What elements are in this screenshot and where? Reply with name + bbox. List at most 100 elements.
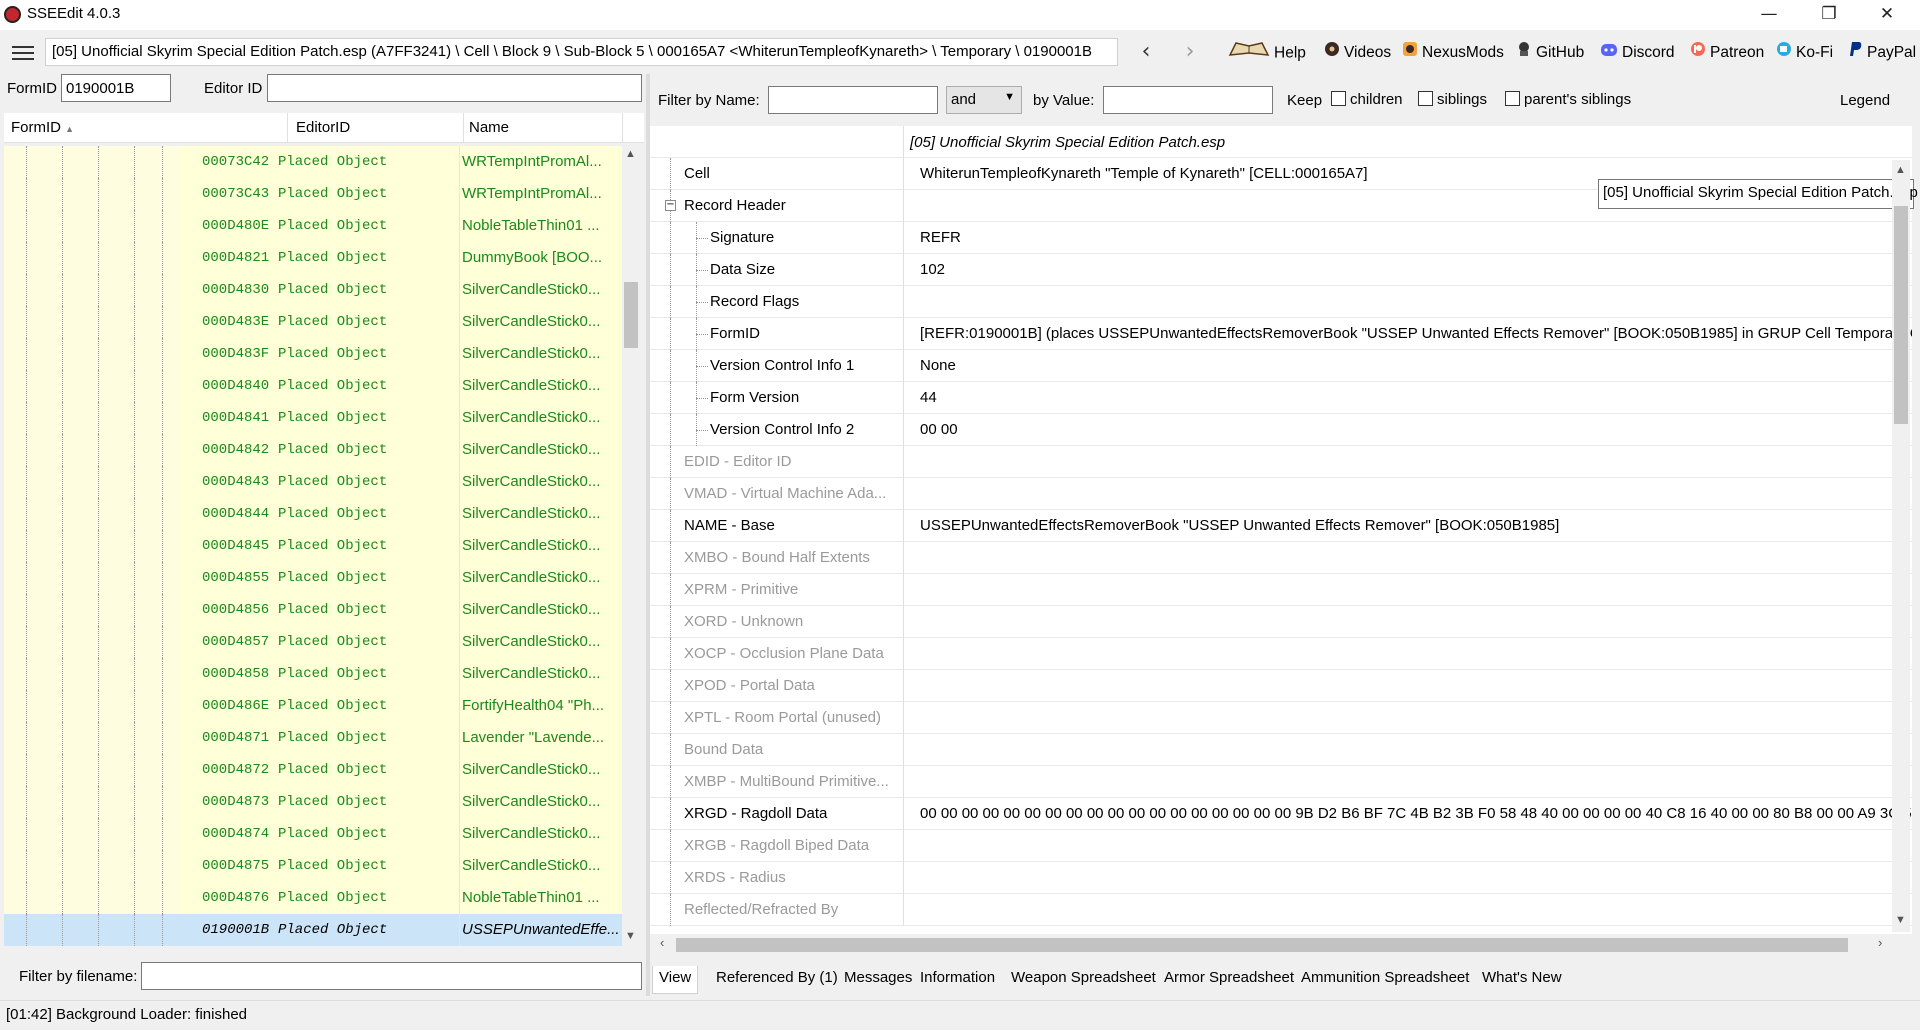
table-row[interactable]: 000D4875 Placed Object SilverCandleStick0.… [4,850,626,882]
record-field-row[interactable]: FormID [REFR:0190001B] (places USSEPUnwan… [650,318,1912,350]
table-row[interactable]: 000D480E Placed Object NobleTableThin01 ..… [4,210,626,242]
table-row[interactable]: 000D4871 Placed Object Lavender "Lavende..… [4,722,626,754]
record-field-row[interactable]: XORD - Unknown [650,606,1912,638]
record-list[interactable]: 00073C42 Placed Object WRTempIntPromAl... 0… [4,146,626,946]
filter-operator-select[interactable]: and ▼ [946,86,1022,114]
field-value[interactable]: None [920,357,956,374]
back-button[interactable]: ‹ [1131,38,1161,68]
record-field-row[interactable]: Reflected/Refracted By [650,894,1912,926]
record-field-row[interactable]: Record Flags [650,286,1912,318]
keep-parents-siblings-checkbox[interactable]: parent's siblings [1505,91,1631,108]
column-formid[interactable]: FormID ▲ [11,119,74,136]
record-path-field[interactable]: [05] Unofficial Skyrim Special Edition P… [45,38,1118,66]
record-list-scrollbar[interactable]: ▲ ▼ [622,146,640,946]
tab-referenced-by-1[interactable]: Referenced By (1) [710,966,844,994]
scroll-right-icon[interactable]: › [1878,935,1882,950]
field-value[interactable]: 00 00 00 00 00 00 00 00 00 00 00 00 00 0… [920,805,1912,822]
table-row[interactable]: 000D4845 Placed Object SilverCandleStick0.… [4,530,626,562]
table-row[interactable]: 00073C42 Placed Object WRTempIntPromAl... [4,146,626,178]
scroll-down-icon[interactable]: ▼ [1895,914,1906,926]
table-row[interactable]: 000D486E Placed Object FortifyHealth04 "Ph… [4,690,626,722]
record-field-row[interactable]: NAME - Base USSEPUnwantedEffectsRemoverBo… [650,510,1912,542]
legend-button[interactable]: Legend [1840,92,1890,109]
tab-what-s-new[interactable]: What's New [1476,966,1568,994]
table-row[interactable]: 000D4857 Placed Object SilverCandleStick0.… [4,626,626,658]
table-row[interactable]: 000D483F Placed Object SilverCandleStick0.… [4,338,626,370]
column-name[interactable]: Name [469,119,509,136]
record-field-row[interactable]: Signature REFR [650,222,1912,254]
record-field-row[interactable]: Bound Data [650,734,1912,766]
table-row[interactable]: 000D483E Placed Object SilverCandleStick0.… [4,306,626,338]
table-row[interactable]: 000D4840 Placed Object SilverCandleStick0.… [4,370,626,402]
tab-armor-spreadsheet[interactable]: Armor Spreadsheet [1158,966,1300,994]
scroll-up-icon[interactable]: ▲ [1895,164,1906,176]
forward-button[interactable]: › [1175,38,1205,68]
filter-by-name-input[interactable] [768,86,938,114]
record-view-hscroll-thumb[interactable] [676,938,1848,952]
record-field-row[interactable]: XRDS - Radius [650,862,1912,894]
menu-icon[interactable] [12,46,34,60]
github-link[interactable]: GitHub [1516,40,1584,66]
record-field-row[interactable]: XOCP - Occlusion Plane Data [650,638,1912,670]
record-field-row[interactable]: XMBP - MultiBound Primitive... [650,766,1912,798]
table-row[interactable]: 000D4872 Placed Object SilverCandleStick0.… [4,754,626,786]
table-row[interactable]: 000D4873 Placed Object SilverCandleStick0.… [4,786,626,818]
table-row[interactable]: 000D4858 Placed Object SilverCandleStick0.… [4,658,626,690]
videos-link[interactable]: Videos [1324,40,1391,66]
record-field-row[interactable]: Data Size 102 [650,254,1912,286]
keep-children-checkbox[interactable]: children [1331,91,1403,108]
table-row[interactable]: 00073C43 Placed Object WRTempIntPromAl... [4,178,626,210]
table-row[interactable]: 000D4842 Placed Object SilverCandleStick0.… [4,434,626,466]
table-row[interactable]: 000D4844 Placed Object SilverCandleStick0.… [4,498,626,530]
collapse-icon[interactable]: − [665,200,676,211]
editorid-input[interactable] [267,74,642,102]
field-value[interactable]: REFR [920,229,961,246]
field-value[interactable]: 44 [920,389,937,406]
record-field-row[interactable]: XRGB - Ragdoll Biped Data [650,830,1912,862]
column-editorid[interactable]: EditorID [296,119,350,136]
record-field-row[interactable]: VMAD - Virtual Machine Ada... [650,478,1912,510]
field-value[interactable]: 00 00 [920,421,958,438]
record-field-row[interactable]: Version Control Info 2 00 00 [650,414,1912,446]
table-row[interactable]: 000D4821 Placed Object DummyBook [BOO... [4,242,626,274]
tab-messages[interactable]: Messages [838,966,918,994]
record-field-row[interactable]: XPTL - Room Portal (unused) [650,702,1912,734]
field-value[interactable]: [REFR:0190001B] (places USSEPUnwantedEff… [920,325,1912,342]
table-row[interactable]: 000D4855 Placed Object SilverCandleStick0.… [4,562,626,594]
filename-filter-input[interactable] [141,962,642,990]
record-field-row[interactable]: Version Control Info 1 None [650,350,1912,382]
record-field-row[interactable]: EDID - Editor ID [650,446,1912,478]
patreon-link[interactable]: Patreon [1690,40,1764,66]
record-list-scroll-thumb[interactable] [624,282,638,348]
record-field-row[interactable]: XRGD - Ragdoll Data 00 00 00 00 00 00 00 … [650,798,1912,830]
table-row[interactable]: 000D4843 Placed Object SilverCandleStick0.… [4,466,626,498]
scroll-up-icon[interactable]: ▲ [625,148,636,160]
tab-view[interactable]: View [652,966,699,994]
record-view-vscroll-thumb[interactable] [1894,206,1908,424]
discord-link[interactable]: Discord [1600,40,1675,66]
maximize-button[interactable]: ❐ [1800,0,1858,30]
record-field-row[interactable]: XMBO - Bound Half Extents [650,542,1912,574]
kofi-link[interactable]: Ko-Fi [1776,40,1833,66]
minimize-button[interactable]: — [1740,0,1798,30]
nexusmods-link[interactable]: NexusMods [1402,40,1504,66]
tab-information[interactable]: Information [914,966,1001,994]
table-row[interactable]: 000D4874 Placed Object SilverCandleStick0.… [4,818,626,850]
record-field-row[interactable]: Form Version 44 [650,382,1912,414]
help-link[interactable]: Help [1228,40,1306,66]
field-value[interactable]: 102 [920,261,945,278]
filter-by-value-input[interactable] [1103,86,1273,114]
formid-input[interactable] [61,74,171,102]
table-row[interactable]: 000D4876 Placed Object NobleTableThin01 ..… [4,882,626,914]
field-value[interactable]: USSEPUnwantedEffectsRemoverBook "USSEP U… [920,517,1559,534]
table-row[interactable]: 000D4830 Placed Object SilverCandleStick0.… [4,274,626,306]
keep-siblings-checkbox[interactable]: siblings [1418,91,1487,108]
table-row[interactable]: 0190001B Placed Object USSEPUnwantedEffe..… [4,914,626,946]
scroll-left-icon[interactable]: ‹ [660,935,664,950]
tab-weapon-spreadsheet[interactable]: Weapon Spreadsheet [1005,966,1162,994]
close-button[interactable]: ✕ [1858,0,1916,30]
scroll-down-icon[interactable]: ▼ [625,930,636,942]
paypal-link[interactable]: PayPal [1849,40,1916,66]
field-value[interactable]: WhiterunTempleofKynareth "Temple of Kyna… [920,165,1368,182]
table-row[interactable]: 000D4841 Placed Object SilverCandleStick0.… [4,402,626,434]
